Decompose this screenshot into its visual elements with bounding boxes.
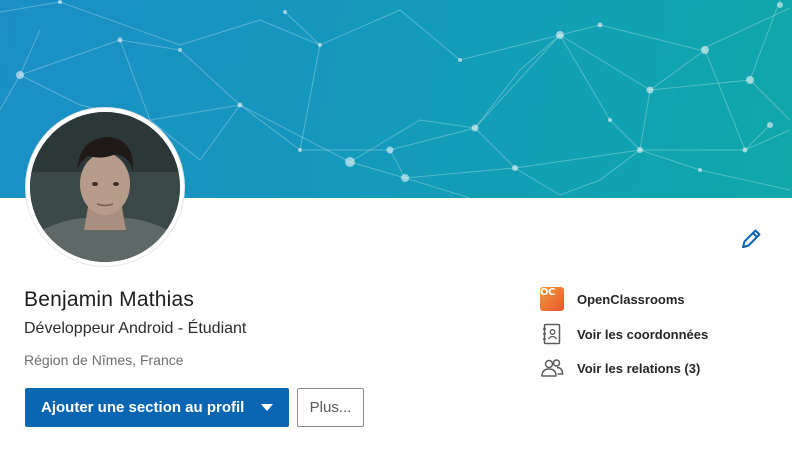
sidebar-item-label: OpenClassrooms	[577, 291, 685, 307]
contact-book-icon	[540, 322, 564, 346]
profile-avatar[interactable]	[26, 108, 184, 266]
add-profile-section-button[interactable]: Ajouter une section au profil	[25, 388, 289, 427]
pencil-icon	[742, 229, 761, 248]
caret-down-icon	[261, 404, 273, 411]
profile-headline: Développeur Android - Étudiant	[24, 320, 247, 337]
profile-card: Benjamin Mathias Développeur Android - É…	[0, 0, 792, 476]
sidebar-item-connections[interactable]: Voir les relations (3)	[540, 355, 700, 381]
sidebar-item-label: Voir les coordonnées	[577, 326, 709, 342]
openclassrooms-logo: OC	[540, 287, 564, 311]
profile-name: Benjamin Mathias	[24, 288, 195, 311]
sidebar-item-contact-info[interactable]: Voir les coordonnées	[540, 321, 708, 347]
sidebar-item-openclassrooms[interactable]: OC OpenClassrooms	[540, 286, 685, 312]
people-icon	[540, 356, 564, 380]
edit-profile-button[interactable]	[738, 226, 764, 252]
add-profile-section-label: Ajouter une section au profil	[41, 399, 245, 416]
avatar-photo	[30, 112, 180, 262]
more-button[interactable]: Plus...	[297, 388, 364, 427]
profile-location: Région de Nîmes, France	[24, 352, 184, 368]
sidebar-item-label: Voir les relations (3)	[577, 360, 701, 376]
